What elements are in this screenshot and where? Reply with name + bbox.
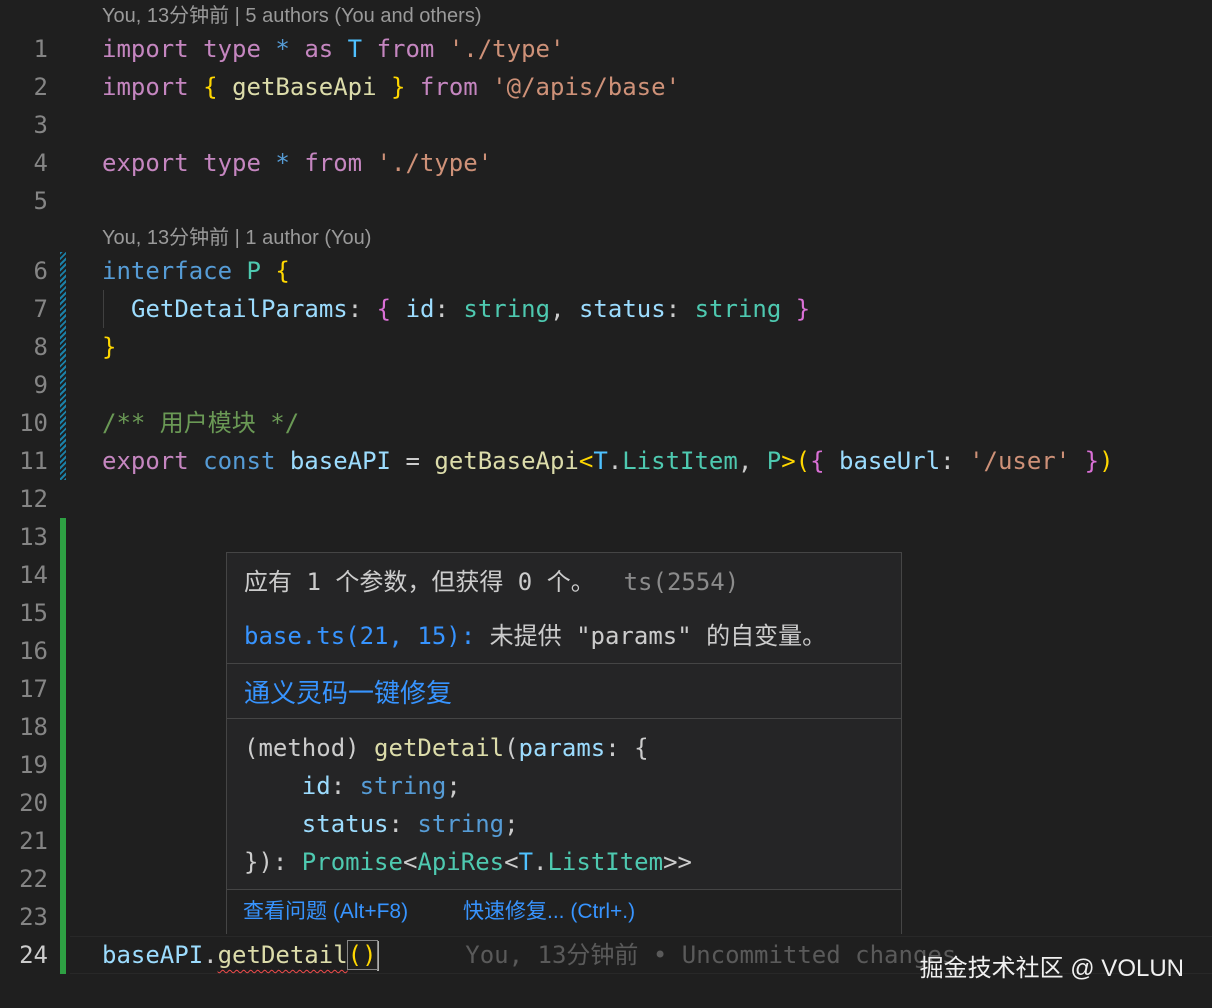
line-number: 23 xyxy=(19,903,48,931)
line-number: 10 xyxy=(19,409,48,437)
quick-fix-link[interactable]: 快速修复... (Ctrl+.) xyxy=(463,890,635,934)
hover-action-bar: 查看问题 (Alt+F8) 快速修复... (Ctrl+.) xyxy=(227,889,901,934)
codelens-blame-interface[interactable]: You, 13分钟前 | 1 author (You) xyxy=(102,223,371,253)
line-content: GetDetailParams: { id: string, status: s… xyxy=(131,295,811,323)
line-number: 20 xyxy=(19,789,48,817)
matched-brackets: () xyxy=(346,940,378,970)
line-content: export type * from './type' xyxy=(102,149,493,177)
view-problem-link[interactable]: 查看问题 (Alt+F8) xyxy=(243,890,408,934)
line-number: 3 xyxy=(33,111,48,139)
code-line-8[interactable]: 8 } xyxy=(0,328,1212,366)
line-number: 13 xyxy=(19,523,48,551)
code-line-3[interactable]: 3 xyxy=(0,106,1212,144)
code-editor[interactable]: You, 13分钟前 | 5 authors (You and others) … xyxy=(0,0,1212,1008)
line-content: /** 用户模块 */ xyxy=(102,409,300,437)
divider xyxy=(227,718,901,719)
code-line-9[interactable]: 9 xyxy=(0,366,1212,404)
code-line-11[interactable]: 11 export const baseAPI = getBaseApi<T.L… xyxy=(0,442,1212,480)
line-number: 16 xyxy=(19,637,48,665)
line-number: 11 xyxy=(19,447,48,475)
line-number: 15 xyxy=(19,599,48,627)
error-code: ts(2554) xyxy=(623,568,740,596)
code-line-2[interactable]: 2 import { getBaseApi } from '@/apis/bas… xyxy=(0,68,1212,106)
watermark: 掘金技术社区 @ VOLUN xyxy=(919,955,1184,982)
code-line-12[interactable]: 12 xyxy=(0,480,1212,518)
error-message: 应有 1 个参数，但获得 0 个。 ts(2554) xyxy=(244,568,740,596)
ai-fix-link[interactable]: 通义灵码一键修复 xyxy=(244,673,452,713)
line-number: 18 xyxy=(19,713,48,741)
related-location-link[interactable]: base.ts(21, 15): xyxy=(244,622,475,650)
line-number: 5 xyxy=(33,187,48,215)
line-number: 21 xyxy=(19,827,48,855)
line-content: import { getBaseApi } from '@/apis/base' xyxy=(102,73,681,101)
inline-blame: You, 13分钟前 • Uncommitted changes xyxy=(465,941,957,969)
text-cursor xyxy=(376,941,379,971)
line-number: 17 xyxy=(19,675,48,703)
related-info: base.ts(21, 15): 未提供 "params" 的自变量。 xyxy=(244,622,827,650)
line-number: 6 xyxy=(33,257,48,285)
hover-widget[interactable]: 应有 1 个参数，但获得 0 个。 ts(2554) base.ts(21, 1… xyxy=(226,552,902,934)
line-content: interface P { xyxy=(102,257,290,285)
line-number: 2 xyxy=(33,73,48,101)
line-number: 14 xyxy=(19,561,48,589)
line-number: 1 xyxy=(33,35,48,63)
line-content: export const baseAPI = getBaseApi<T.List… xyxy=(102,447,1114,475)
method-signature: (method) getDetail(params: { id: string;… xyxy=(244,734,692,876)
line-number: 8 xyxy=(33,333,48,361)
divider xyxy=(227,663,901,664)
code-line-1[interactable]: 1 import type * as T from './type' xyxy=(0,30,1212,68)
code-line-13[interactable]: 13 xyxy=(0,518,1212,556)
code-line-10[interactable]: 10 /** 用户模块 */ xyxy=(0,404,1212,442)
code-line-5[interactable]: 5 xyxy=(0,182,1212,220)
line-number: 22 xyxy=(19,865,48,893)
code-line-7[interactable]: 7 GetDetailParams: { id: string, status:… xyxy=(0,290,1212,328)
code-line-4[interactable]: 4 export type * from './type' xyxy=(0,144,1212,182)
codelens-blame[interactable]: You, 13分钟前 | 5 authors (You and others) xyxy=(102,1,482,31)
error-squiggle: getDetail xyxy=(217,941,348,969)
line-number: 9 xyxy=(33,371,48,399)
line-number: 12 xyxy=(19,485,48,513)
line-number: 24 xyxy=(19,941,48,969)
line-number: 19 xyxy=(19,751,48,779)
line-content: baseAPI.getDetail() You, 13分钟前 • Uncommi… xyxy=(102,940,957,971)
line-content: import type * as T from './type' xyxy=(102,35,565,63)
line-content: } xyxy=(102,333,117,361)
line-number: 4 xyxy=(33,149,48,177)
line-number: 7 xyxy=(33,295,48,323)
code-line-6[interactable]: 6 interface P { xyxy=(0,252,1212,290)
